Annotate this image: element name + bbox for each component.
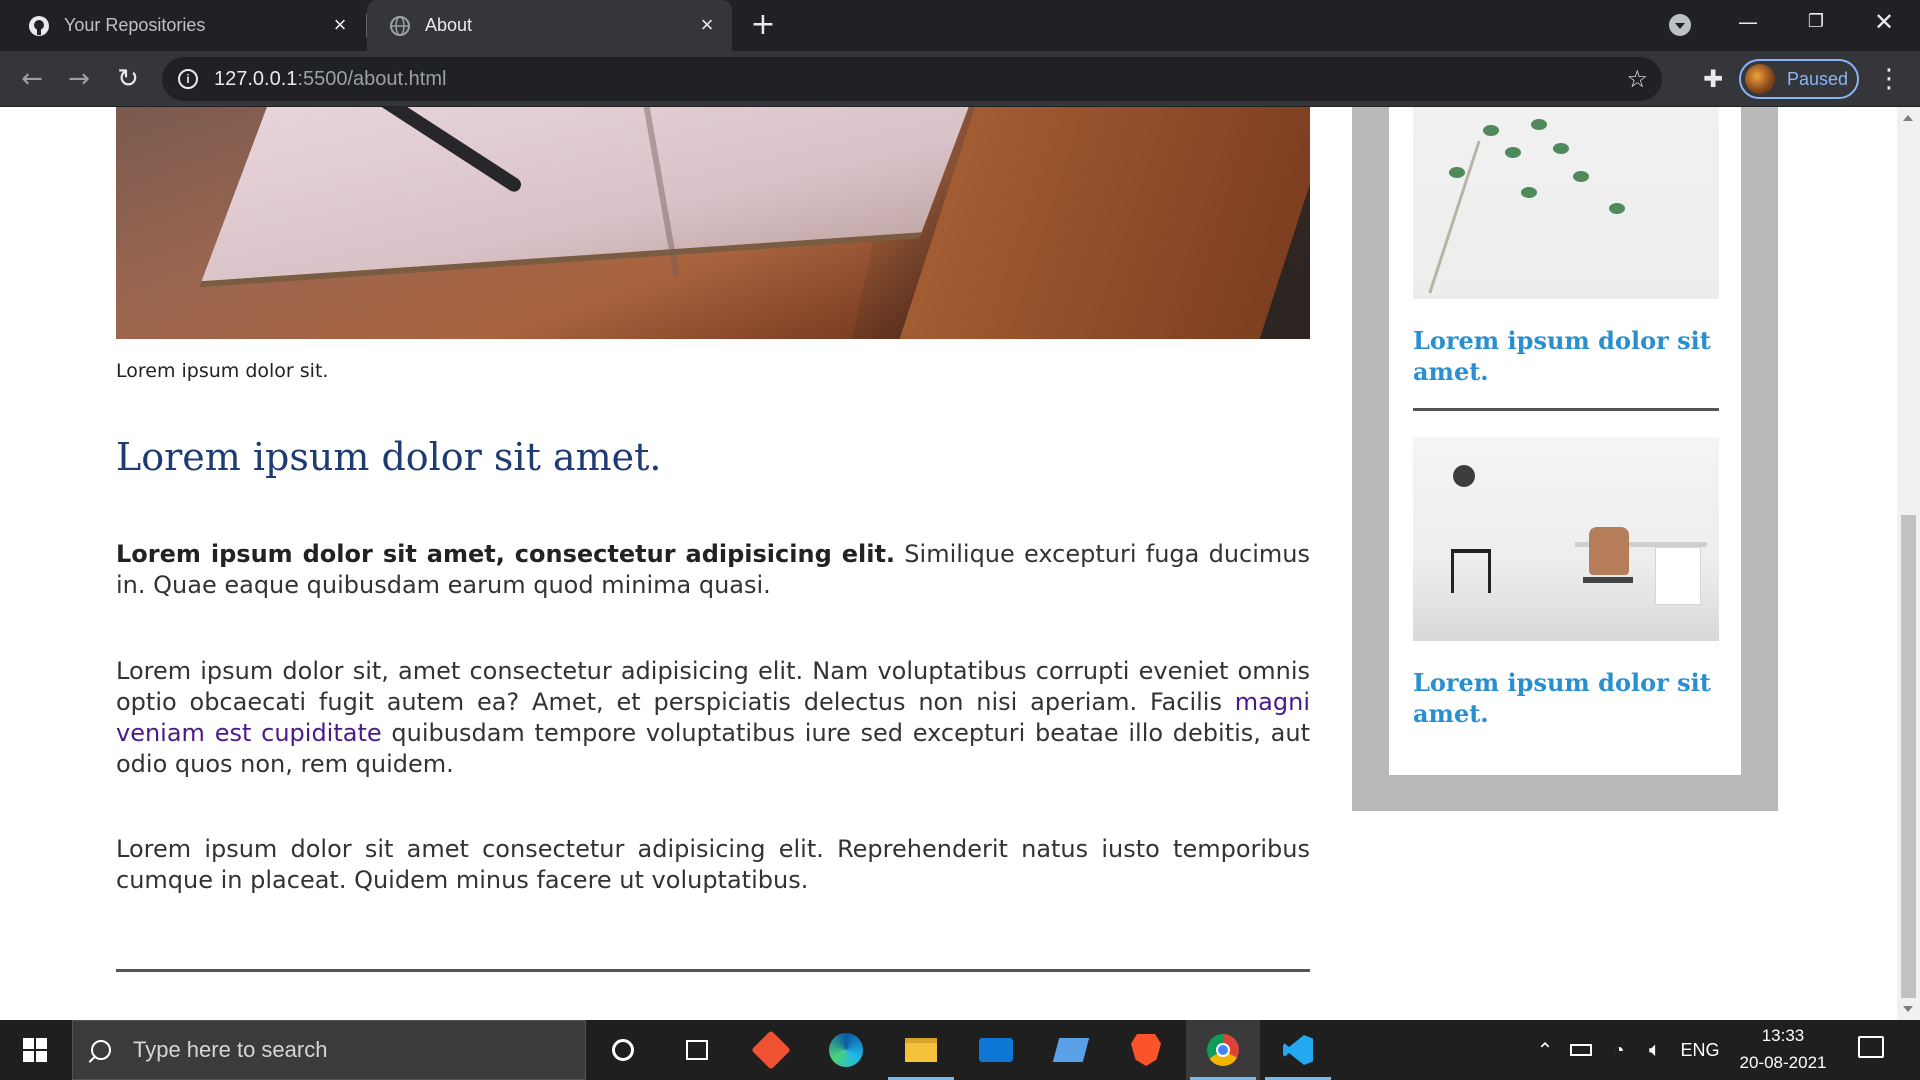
wifi-icon[interactable]: ◔: [1604, 1020, 1634, 1080]
file-explorer-icon: [905, 1038, 937, 1062]
sidebar-card: Lorem ipsum dolor sit amet. Lorem ipsum …: [1389, 107, 1741, 775]
image-leaf: [1553, 143, 1569, 154]
bookmark-star-icon[interactable]: ☆: [1626, 65, 1648, 93]
kebab-menu-icon[interactable]: ⋮: [1876, 63, 1902, 95]
section-divider: [116, 969, 1310, 972]
minimize-button[interactable]: —: [1714, 0, 1782, 44]
windows-logo-icon: [23, 1038, 47, 1062]
chrome-icon: [1207, 1034, 1239, 1066]
image-caption: Lorem ipsum dolor sit.: [116, 360, 329, 382]
vscode-icon: [1283, 1035, 1313, 1065]
tab-about[interactable]: About ×: [367, 0, 732, 51]
scroll-down-arrow-icon[interactable]: [1903, 1006, 1913, 1012]
browser-toolbar: ← → ↻ i 127.0.0.1:5500/about.html ☆ ✚ Pa…: [0, 51, 1920, 107]
paragraph: Lorem ipsum dolor sit amet consectetur a…: [116, 835, 1310, 894]
image-leaf: [1609, 203, 1625, 214]
show-hidden-icons-chevron-icon[interactable]: ⌃: [1532, 1020, 1558, 1080]
notification-center-icon[interactable]: [1858, 1036, 1884, 1058]
git-icon: [751, 1030, 791, 1070]
forward-button[interactable]: →: [62, 62, 96, 96]
tab-label: Your Repositories: [64, 15, 206, 35]
url-text[interactable]: 127.0.0.1:5500/about.html: [214, 68, 446, 91]
taskbar-app-chrome[interactable]: [1186, 1020, 1260, 1080]
scrollbar-thumb[interactable]: [1901, 515, 1916, 998]
taskbar-app-git[interactable]: [734, 1020, 808, 1080]
paragraph: Lorem ipsum dolor sit, amet consectetur …: [116, 656, 1310, 780]
taskbar-app-vscode[interactable]: [1261, 1020, 1335, 1080]
mail-icon: [979, 1038, 1013, 1062]
new-tab-button[interactable]: +: [748, 10, 778, 40]
image-stem: [1428, 140, 1481, 294]
paragraph-lead: Lorem ipsum dolor sit amet, consectetur …: [116, 540, 896, 568]
image-leaf: [1505, 147, 1521, 158]
image-leaf: [1531, 119, 1547, 130]
search-placeholder: Type here to search: [133, 1037, 328, 1062]
tab-your-repositories[interactable]: Your Repositories ×: [0, 0, 365, 51]
taskbar-app-file-explorer[interactable]: [884, 1020, 958, 1080]
tab-strip: Your Repositories × About × + — ❐ ✕: [0, 0, 1920, 51]
tab-label: About: [425, 15, 473, 35]
search-icon: [91, 1040, 111, 1060]
back-button[interactable]: ←: [15, 62, 49, 96]
taskbar-app-brave[interactable]: [1109, 1020, 1183, 1080]
github-icon: [28, 15, 50, 37]
cortana-button[interactable]: [586, 1020, 660, 1080]
sidebar: Lorem ipsum dolor sit amet. Lorem ipsum …: [1352, 107, 1778, 811]
task-view-icon: [686, 1040, 708, 1060]
clock-date: 20-08-2021: [1739, 1053, 1827, 1072]
battery-icon[interactable]: [1566, 1020, 1596, 1080]
sidebar-thumbnail-office[interactable]: [1413, 437, 1719, 641]
restore-button[interactable]: ❐: [1782, 0, 1850, 44]
avatar: [1745, 64, 1775, 94]
volume-icon[interactable]: 🔈︎: [1640, 1020, 1670, 1080]
hero-image: [116, 107, 1310, 339]
app-icon: [1052, 1038, 1090, 1062]
extensions-puzzle-icon[interactable]: ✚: [1698, 64, 1728, 94]
edge-icon: [829, 1033, 863, 1067]
image-leaf: [1449, 167, 1465, 178]
url-host: 127.0.0.1: [214, 68, 298, 90]
start-button[interactable]: [0, 1020, 70, 1080]
globe-icon: [389, 15, 411, 37]
language-indicator[interactable]: ENG: [1678, 1020, 1722, 1080]
taskbar-app-generic[interactable]: [1034, 1020, 1108, 1080]
sidebar-thumbnail-plant[interactable]: [1413, 107, 1719, 299]
image-leaf: [1573, 171, 1589, 182]
close-tab-icon[interactable]: ×: [696, 14, 718, 36]
profile-button[interactable]: Paused: [1739, 59, 1859, 99]
paragraph: Lorem ipsum dolor sit amet, consectetur …: [116, 539, 1310, 601]
image-office-chair: [1589, 527, 1629, 575]
brave-icon: [1131, 1034, 1161, 1066]
image-chair: [1451, 549, 1491, 593]
image-leaf: [1483, 125, 1499, 136]
close-window-button[interactable]: ✕: [1850, 0, 1918, 44]
taskbar-search-box[interactable]: Type here to search: [72, 1020, 586, 1080]
article-title: Lorem ipsum dolor sit amet.: [116, 435, 662, 479]
scrollbar[interactable]: [1897, 107, 1920, 1020]
image-leaf: [1521, 187, 1537, 198]
cortana-icon: [612, 1039, 634, 1061]
image-chair-base: [1583, 577, 1633, 583]
taskbar-app-mail[interactable]: [959, 1020, 1033, 1080]
address-bar[interactable]: i 127.0.0.1:5500/about.html ☆: [162, 57, 1662, 101]
taskbar-app-edge[interactable]: [809, 1020, 883, 1080]
clock-time: 13:33: [1761, 1026, 1805, 1045]
scroll-up-arrow-icon[interactable]: [1903, 115, 1913, 121]
image-cabinet: [1655, 547, 1701, 605]
image-wall-clock: [1453, 465, 1475, 487]
task-view-button[interactable]: [660, 1020, 734, 1080]
close-tab-icon[interactable]: ×: [329, 14, 351, 36]
url-path: :5500/about.html: [297, 68, 447, 90]
sidebar-link[interactable]: Lorem ipsum dolor sit amet.: [1413, 667, 1719, 729]
taskbar: Type here to search ⌃ ◔ 🔈︎ ENG 13:33 20-…: [0, 1020, 1920, 1080]
reload-button[interactable]: ↻: [111, 62, 145, 96]
taskbar-clock[interactable]: 13:33 20-08-2021: [1724, 1020, 1842, 1080]
tab-search-icon[interactable]: [1669, 14, 1691, 36]
sidebar-divider: [1413, 408, 1719, 411]
paragraph-text: Lorem ipsum dolor sit, amet consectetur …: [116, 657, 1310, 716]
sidebar-link[interactable]: Lorem ipsum dolor sit amet.: [1413, 325, 1719, 387]
page-viewport: Lorem ipsum dolor sit. Lorem ipsum dolor…: [0, 107, 1897, 1020]
profile-status: Paused: [1787, 68, 1849, 89]
site-info-icon[interactable]: i: [178, 69, 198, 89]
